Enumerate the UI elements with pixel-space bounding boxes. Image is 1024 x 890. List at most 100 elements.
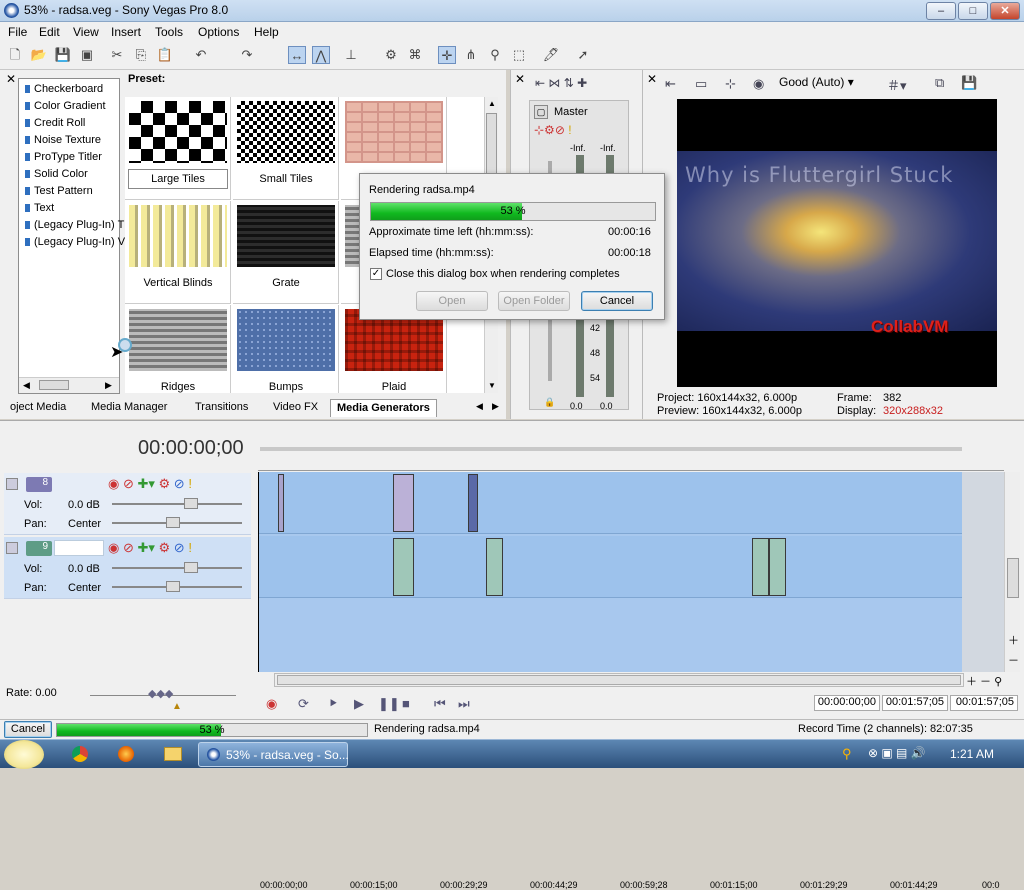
playhead-cursor[interactable] (258, 472, 259, 672)
new-icon[interactable]: 🗋 (6, 46, 24, 64)
save-icon[interactable]: 💾 (54, 46, 72, 64)
list-item[interactable]: Color Gradient (25, 100, 106, 112)
timeline-vertical-scrollbar[interactable]: ＋ － (1004, 472, 1020, 672)
track-name-field[interactable] (54, 540, 104, 556)
track-vol-thumb[interactable] (184, 562, 198, 573)
timeline-horizontal-scrollbar[interactable] (274, 673, 964, 687)
ignore-grouping-icon[interactable]: ⋔ (462, 46, 480, 64)
video-clip[interactable] (393, 538, 414, 596)
save-snapshot-icon[interactable]: 💾 (961, 75, 977, 91)
mixer-close-icon[interactable]: ✕ (515, 72, 525, 86)
menu-help[interactable]: Help (254, 25, 279, 39)
play-button[interactable]: ▶ (354, 696, 364, 712)
tab-video-fx[interactable]: Video FX (267, 399, 324, 417)
list-item[interactable]: (Legacy Plug-In) V (25, 236, 125, 248)
undo-icon[interactable]: ↶ (192, 46, 210, 64)
pause-button[interactable]: ❚❚ (378, 696, 400, 712)
preview-props-icon[interactable]: ⇤ (665, 76, 676, 92)
h-zoom-icons[interactable]: ＋ － ⚲ (966, 673, 1002, 689)
explorer-icon[interactable] (164, 747, 182, 761)
list-item[interactable]: Checkerboard (25, 83, 103, 95)
selection-end-time[interactable]: 00:01:57;05 (882, 695, 948, 711)
zoom-tool-icon[interactable]: ⚲ (486, 46, 504, 64)
tab-scroll-right-icon[interactable]: ▶ (492, 401, 499, 412)
video-clip[interactable] (769, 538, 786, 596)
preset-bumps[interactable]: Bumps (233, 305, 339, 393)
external-monitor-icon[interactable]: ▭ (695, 76, 707, 92)
loop-button[interactable]: ⟳ (298, 696, 309, 712)
panel-close-icon[interactable]: ✕ (6, 72, 16, 86)
video-clip[interactable] (752, 538, 769, 596)
envelope-tool-icon[interactable]: ⋀ (312, 46, 330, 64)
scroll-left-icon[interactable]: ◀ (23, 380, 30, 391)
scroll-thumb[interactable] (277, 675, 961, 685)
preview-quality-select[interactable]: Good (Auto) ▾ (779, 75, 854, 89)
scroll-up-icon[interactable]: ▲ (488, 99, 496, 108)
properties-icon[interactable]: 🖊 (542, 46, 560, 64)
tray-icons[interactable]: ⊗ ▣ ▤ 🔊 (868, 746, 926, 760)
menu-insert[interactable]: Insert (111, 25, 141, 39)
preset-grate[interactable]: Grate (233, 201, 339, 304)
open-button[interactable]: Open (416, 291, 488, 311)
overlays-icon[interactable]: ◉ (753, 76, 764, 92)
go-to-start-button[interactable]: ⏮ (434, 696, 446, 712)
stop-button[interactable]: ■ (402, 696, 410, 711)
video-clip[interactable] (393, 474, 414, 532)
task-button-vegas[interactable]: 53% - radsa.veg - So... (198, 742, 349, 767)
track-pan-thumb[interactable] (166, 581, 180, 592)
selection-start-time[interactable]: 00:00:00;00 (814, 695, 880, 711)
start-button[interactable] (4, 740, 44, 769)
list-item[interactable]: Test Pattern (25, 185, 93, 197)
track-vol-slider[interactable] (112, 567, 242, 569)
copy-icon[interactable]: ⎘ (132, 46, 150, 64)
selection-length-time[interactable]: 00:01:57;05 (950, 695, 1018, 711)
zoom-in-icon[interactable]: ＋ (1008, 632, 1019, 648)
track-header-8[interactable]: 8 ◉ ⊘ ✚▾ ⚙ ⊘ ! Vol: 0.0 dB Pan: Center (4, 473, 251, 535)
preset-small-tiles[interactable]: Small Tiles (233, 97, 339, 200)
status-cancel-button[interactable]: Cancel (4, 721, 52, 738)
timeline-tracks-area[interactable] (258, 472, 1004, 672)
firefox-icon[interactable] (118, 746, 134, 762)
selection-tool-icon[interactable]: ⬚ (510, 46, 528, 64)
cancel-render-button[interactable]: Cancel (581, 291, 653, 311)
menu-tools[interactable]: Tools (155, 25, 183, 39)
track-collapse-icon[interactable] (6, 542, 18, 554)
close-button[interactable]: ✕ (990, 2, 1020, 20)
split-screen-icon[interactable]: ⊹ (725, 76, 736, 92)
tab-transitions[interactable]: Transitions (189, 399, 254, 417)
video-clip[interactable] (486, 538, 503, 596)
auto-ripple-icon[interactable]: ⌘ (406, 46, 424, 64)
auto-crossfade-icon[interactable]: ⚙ (382, 46, 400, 64)
list-item[interactable]: Credit Roll (25, 117, 85, 129)
list-item[interactable]: ProType Titler (25, 151, 102, 163)
close-when-done-checkbox[interactable]: ✓ (370, 268, 382, 280)
track-controls-icons[interactable]: ◉ ⊘ ✚▾ ⚙ ⊘ ! (108, 476, 192, 492)
menu-file[interactable]: File (8, 25, 27, 39)
track-collapse-icon[interactable] (6, 478, 18, 490)
tab-media-generators[interactable]: Media Generators (330, 399, 437, 417)
list-item[interactable]: (Legacy Plug-In) T (25, 219, 124, 231)
list-item[interactable]: Noise Texture (25, 134, 101, 146)
preset-vertical-blinds[interactable]: Vertical Blinds (125, 201, 231, 304)
go-to-end-button[interactable]: ⏭ (458, 696, 470, 712)
track-pan-thumb[interactable] (166, 517, 180, 528)
normal-edit-tool-icon[interactable]: ↔ (288, 46, 306, 64)
lock-envelopes-icon[interactable]: ✛ (438, 46, 456, 64)
zoom-out-icon[interactable]: － (1008, 652, 1019, 668)
cut-icon[interactable]: ✂ (108, 46, 126, 64)
help-pointer-icon[interactable]: ➚ (574, 46, 592, 64)
video-clip[interactable] (278, 474, 284, 532)
list-item[interactable]: Text (25, 202, 54, 214)
track-vol-thumb[interactable] (184, 498, 198, 509)
copy-snapshot-icon[interactable]: ⧉ (935, 75, 944, 91)
scroll-thumb[interactable] (39, 380, 69, 390)
track-controls-icons[interactable]: ◉ ⊘ ✚▾ ⚙ ⊘ ! (108, 540, 192, 556)
render-icon[interactable]: ▣ (78, 46, 96, 64)
menu-view[interactable]: View (73, 25, 99, 39)
minimize-button[interactable]: – (926, 2, 956, 20)
menu-edit[interactable]: Edit (39, 25, 60, 39)
track-lane-8[interactable] (258, 472, 962, 534)
preset-ridges[interactable]: Ridges (125, 305, 231, 393)
tab-project-media[interactable]: oject Media (4, 399, 72, 417)
scroll-down-icon[interactable]: ▼ (488, 381, 496, 390)
